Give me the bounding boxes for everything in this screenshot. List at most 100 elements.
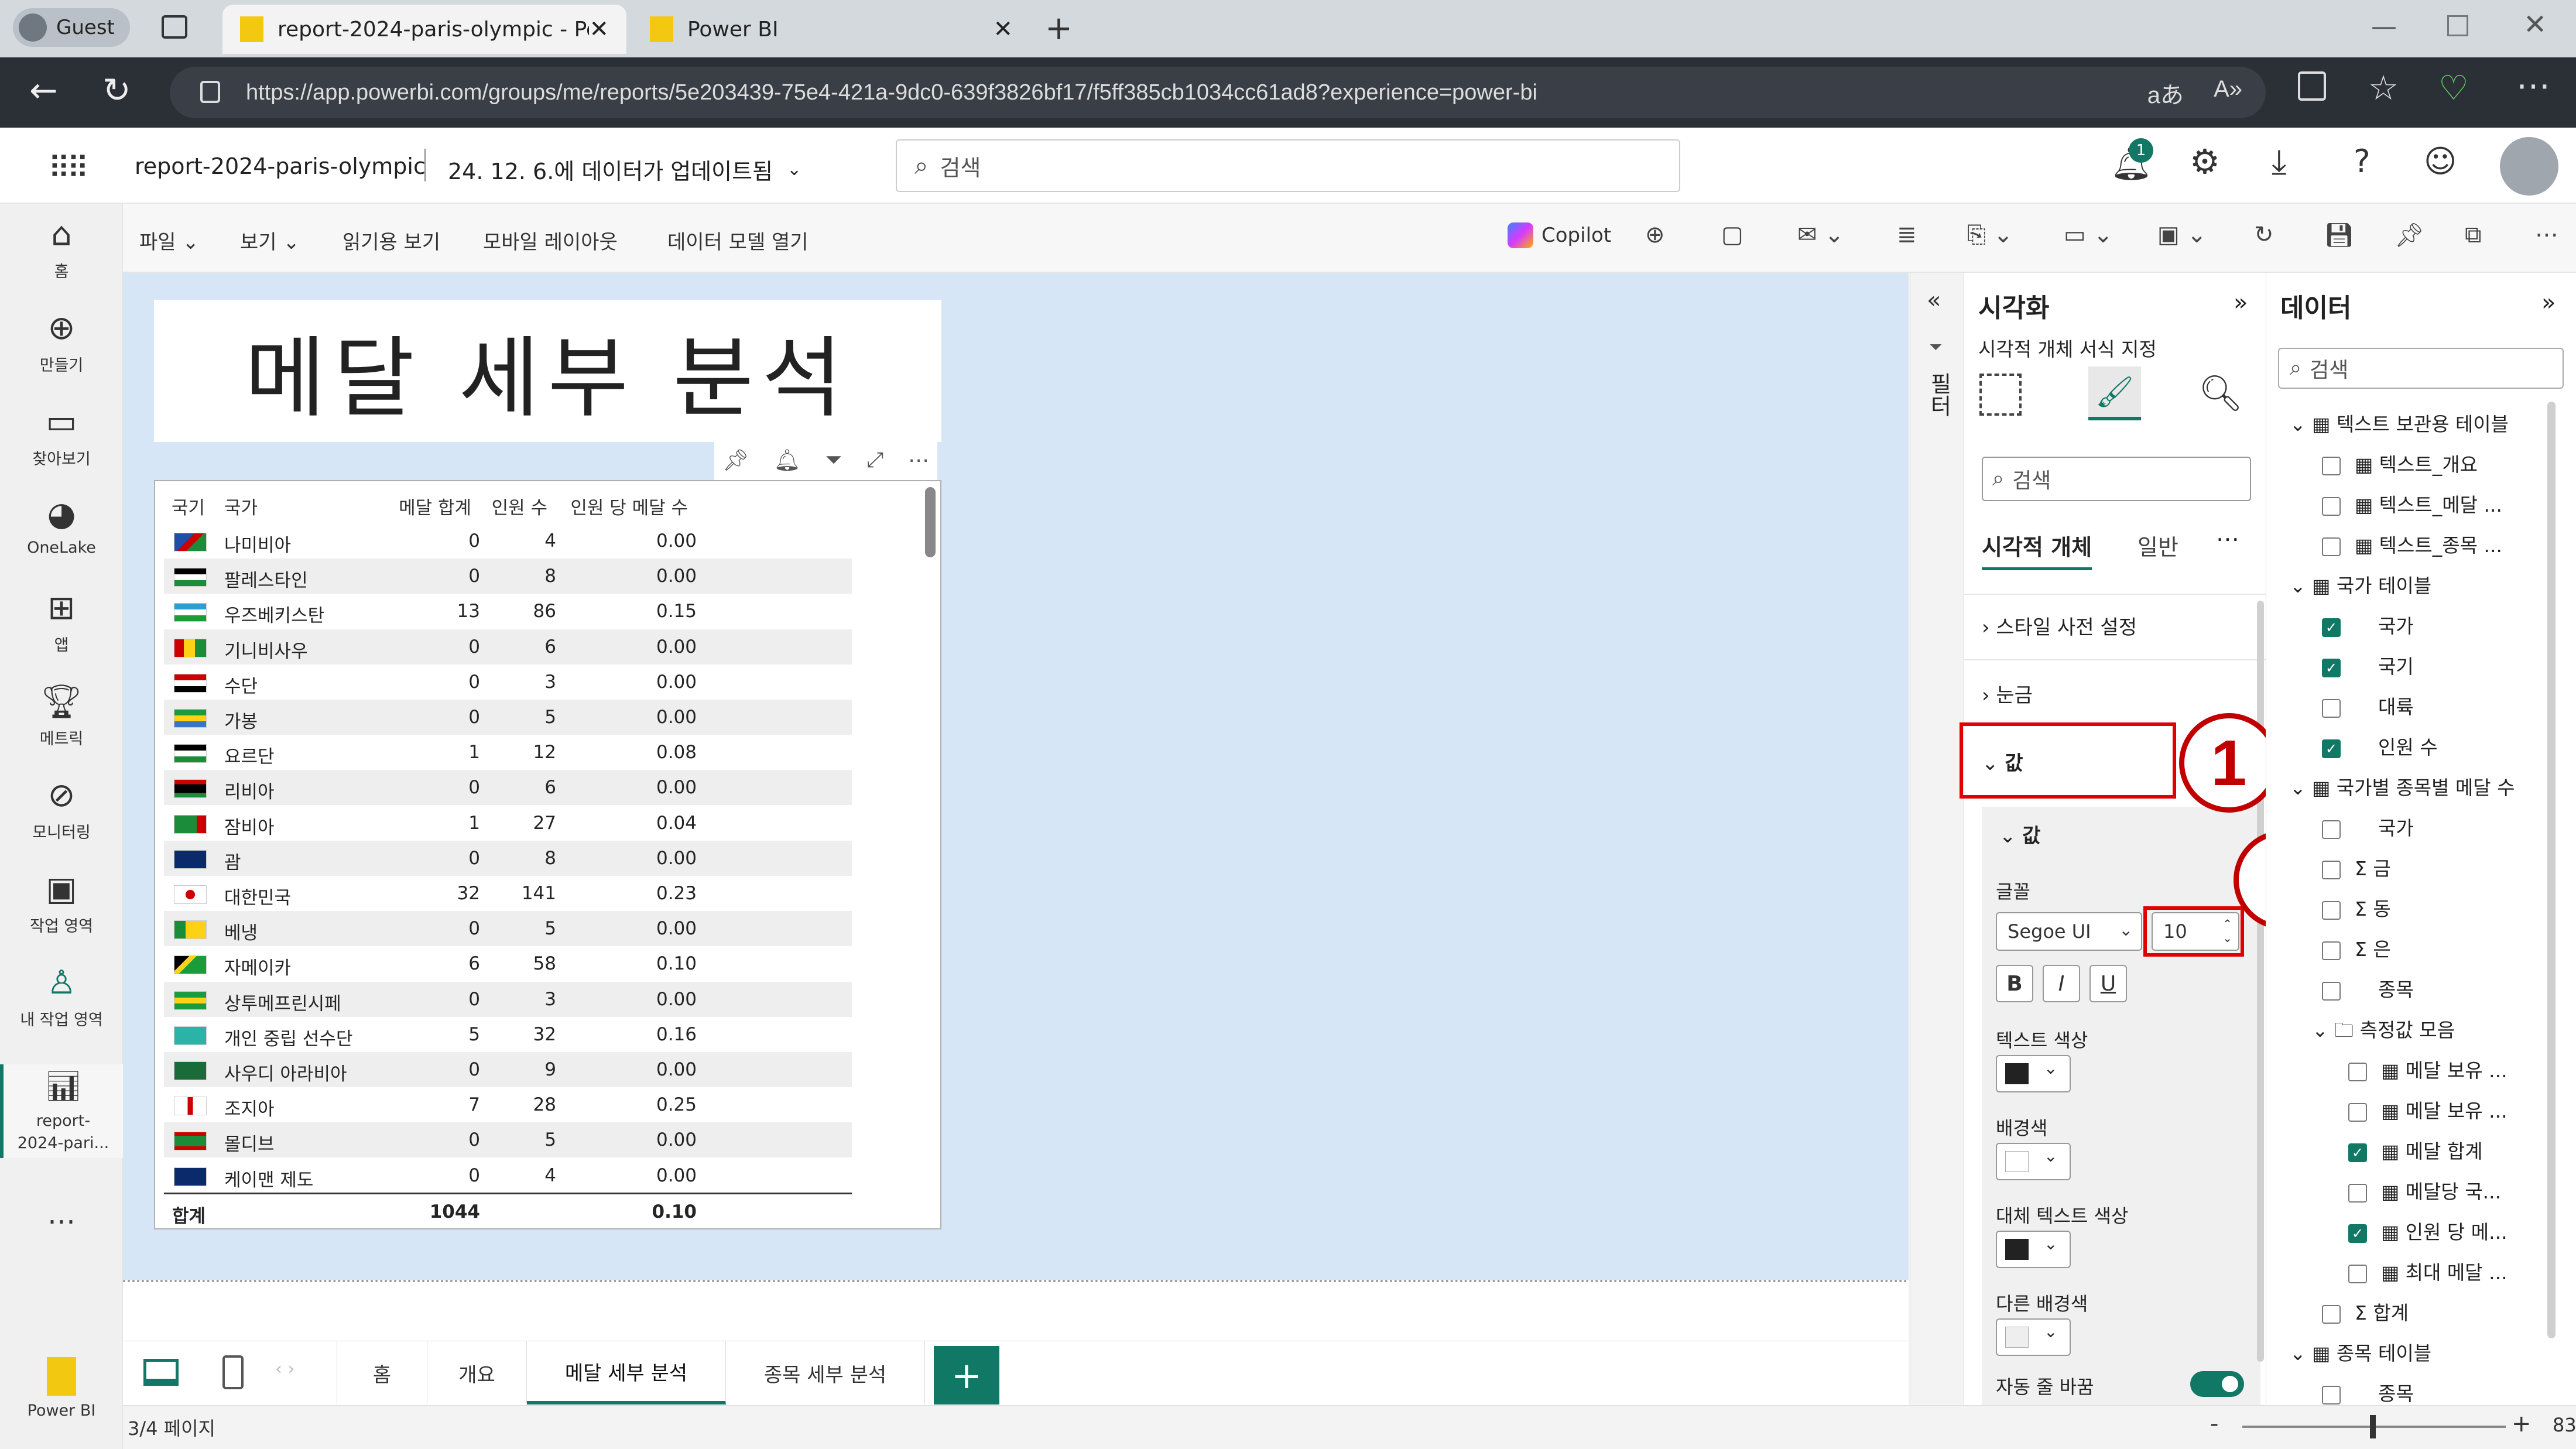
col-header-people[interactable]: 인원 수 — [483, 493, 547, 519]
menu-view[interactable]: 보기 ⌄ — [240, 226, 300, 255]
data-search-input[interactable]: ⌕ 검색 — [2278, 348, 2564, 389]
field-item[interactable]: Σ 금 — [2322, 853, 2391, 881]
expand-panes-icon[interactable]: « — [1927, 287, 1941, 314]
maximize-icon[interactable] — [2447, 15, 2468, 36]
field-checkbox[interactable]: ✓ — [2322, 658, 2341, 677]
desktop-layout-icon[interactable] — [143, 1359, 179, 1386]
mobile-layout-button[interactable]: 모바일 레이아웃 — [483, 226, 618, 255]
nav-metrics[interactable]: 🏆︎ 메트릭 — [0, 684, 123, 749]
refresh-icon[interactable]: ↻ — [102, 70, 131, 110]
field-item[interactable]: Σ 동 — [2322, 893, 2391, 922]
close-window-icon[interactable]: ✕ — [2523, 8, 2547, 41]
back-icon[interactable]: ← — [29, 70, 58, 110]
translate-icon[interactable]: aあ — [2147, 76, 2184, 110]
more-options-icon[interactable]: ⋯ — [2516, 66, 2550, 105]
search-input[interactable]: ⌕ 검색 — [896, 139, 1680, 192]
field-checkbox[interactable] — [2348, 1183, 2367, 1203]
table-scrollbar[interactable] — [925, 487, 936, 557]
field-checkbox[interactable] — [2348, 1264, 2367, 1283]
copilot-button[interactable]: Copilot — [1508, 222, 1611, 248]
table-row[interactable]: 우즈베키스탄 13 86 0.15 — [164, 594, 852, 629]
word-wrap-toggle[interactable] — [2190, 1371, 2244, 1397]
table-row[interactable]: 개인 중립 선수단 5 32 0.16 — [164, 1017, 852, 1052]
field-item[interactable]: 종목 — [2322, 974, 2414, 1002]
refresh-visuals-icon[interactable]: ↻ — [2254, 221, 2274, 248]
field-checkbox[interactable] — [2348, 1102, 2367, 1122]
focus-mode-icon[interactable]: ⤢ — [866, 448, 883, 472]
field-checkbox[interactable]: ✓ — [2322, 618, 2341, 637]
visual-more-icon[interactable]: ⋯ — [908, 448, 929, 472]
nav-onelake[interactable]: ◕ OneLake — [0, 496, 123, 557]
nav-monitoring[interactable]: ⊘ 모니터링 — [0, 777, 123, 842]
reading-view-button[interactable]: 읽기용 보기 — [342, 226, 440, 255]
table-node[interactable]: ⌄ ▦ 종목 테이블 — [2290, 1338, 2431, 1366]
split-screen-icon[interactable] — [2298, 71, 2326, 101]
field-checkbox[interactable] — [2348, 1062, 2367, 1081]
avatar[interactable] — [2500, 137, 2558, 196]
format-visual-icon[interactable]: 🖌︎ — [2088, 366, 2141, 420]
col-header-country[interactable]: 국가 — [224, 493, 258, 519]
new-tab-icon[interactable]: + — [1045, 9, 1073, 47]
pin-icon[interactable]: 📌︎ — [2395, 221, 2424, 249]
alert-icon[interactable]: 🔔︎ — [774, 448, 801, 472]
page-tab-medal-analysis[interactable]: 메달 세부 분석 — [527, 1341, 726, 1405]
table-row[interactable]: 몰디브 0 5 0.00 — [164, 1122, 852, 1158]
table-row[interactable]: 기니비사우 0 6 0.00 — [164, 629, 852, 664]
viz-pane-scrollbar[interactable] — [2257, 601, 2264, 1362]
table-row[interactable]: 나미비아 0 4 0.00 — [164, 523, 852, 559]
table-row[interactable]: 괌 0 8 0.00 — [164, 840, 852, 876]
field-checkbox[interactable] — [2322, 941, 2341, 960]
share-icon[interactable]: ⎘ ⌄ — [1967, 221, 2013, 248]
field-item[interactable]: ▦ 텍스트_개요 — [2322, 449, 2478, 477]
field-checkbox[interactable] — [2322, 981, 2341, 1001]
filter-pane-label[interactable]: 필터 — [1923, 372, 1955, 417]
field-checkbox[interactable] — [2322, 1385, 2341, 1405]
section-grid[interactable]: › 눈금 — [1982, 679, 2033, 708]
table-row[interactable]: 가봉 0 5 0.00 — [164, 700, 852, 735]
tab-visual[interactable]: 시각적 개체 — [1982, 529, 2092, 570]
field-checkbox[interactable] — [2322, 860, 2341, 879]
nav-my-workspace[interactable]: ♙ 내 작업 영역 — [0, 965, 123, 1030]
table-row[interactable]: 상투메프린시페 0 3 0.00 — [164, 981, 852, 1017]
nav-home[interactable]: ⌂ 홈 — [0, 217, 123, 282]
field-checkbox[interactable] — [2322, 456, 2341, 475]
page-tab-overview[interactable]: 개요 — [427, 1341, 527, 1405]
field-checkbox[interactable] — [2322, 1304, 2341, 1324]
table-node[interactable]: ⌄ ▦ 국가별 종목별 메달 수 — [2290, 772, 2515, 800]
field-checkbox[interactable]: ✓ — [2348, 1224, 2367, 1243]
table-row[interactable]: 케이맨 제도 0 4 0.00 — [164, 1158, 852, 1193]
mobile-layout-icon[interactable] — [222, 1355, 244, 1389]
download-icon[interactable]: ⤓ — [2272, 142, 2287, 182]
data-updated-dropdown[interactable]: 24. 12. 6.에 데이터가 업데이트됨 ⌄ — [448, 153, 801, 186]
report-name[interactable]: report-2024-paris-olympic — [135, 153, 426, 179]
browser-tab-active[interactable]: report-2024-paris-olympic - Powe ✕ — [222, 5, 626, 54]
zoom-slider[interactable] — [2242, 1415, 2506, 1438]
field-item[interactable]: ▦ 텍스트_종목 ... — [2322, 530, 2502, 558]
field-item[interactable]: Σ 합계 — [2322, 1297, 2409, 1325]
title-card[interactable]: 메달 세부 분석 — [154, 300, 941, 442]
table-row[interactable]: 요르단 1 12 0.08 — [164, 735, 852, 770]
settings-icon[interactable]: ⚙ — [2190, 142, 2220, 181]
bold-button[interactable]: B — [1996, 965, 2033, 1002]
field-checkbox[interactable] — [2322, 900, 2341, 920]
viz-search-input[interactable]: ⌕ 검색 — [1982, 457, 2251, 501]
field-item[interactable]: Σ 은 — [2322, 934, 2391, 962]
nav-create[interactable]: ⊕ 만들기 — [0, 310, 123, 375]
nav-apps[interactable]: ⊞ 앱 — [0, 590, 123, 655]
page-tab-home[interactable]: 홈 — [337, 1341, 427, 1405]
comment-icon[interactable]: ▢ — [1721, 221, 1743, 248]
table-node[interactable]: ⌄ 🗀︎ 측정값 모음 — [2312, 1015, 2455, 1049]
filter-icon[interactable]: ⏷ — [825, 448, 842, 472]
field-item[interactable]: ▦ 텍스트_메달 ... — [2322, 489, 2502, 518]
field-checkbox[interactable]: ✓ — [2348, 1143, 2367, 1162]
field-item[interactable]: ✓ ▦ 메달 합계 — [2348, 1136, 2483, 1164]
pin-visual-icon[interactable]: 📌︎ — [722, 448, 749, 472]
subscribe-icon[interactable]: ✉ ⌄ — [1797, 221, 1844, 248]
field-checkbox[interactable] — [2322, 537, 2341, 556]
field-item[interactable]: ✓ 인원 수 — [2322, 732, 2438, 760]
field-item[interactable]: ▦ 메달 보유 ... — [2348, 1095, 2508, 1123]
field-item[interactable]: ▦ 메달 보유 ... — [2348, 1055, 2508, 1083]
table-row[interactable]: 리비아 0 6 0.00 — [164, 770, 852, 806]
save-icon[interactable]: 💾︎ — [2324, 221, 2354, 249]
font-family-dropdown[interactable]: Segoe UI ⌄ — [1996, 912, 2142, 951]
